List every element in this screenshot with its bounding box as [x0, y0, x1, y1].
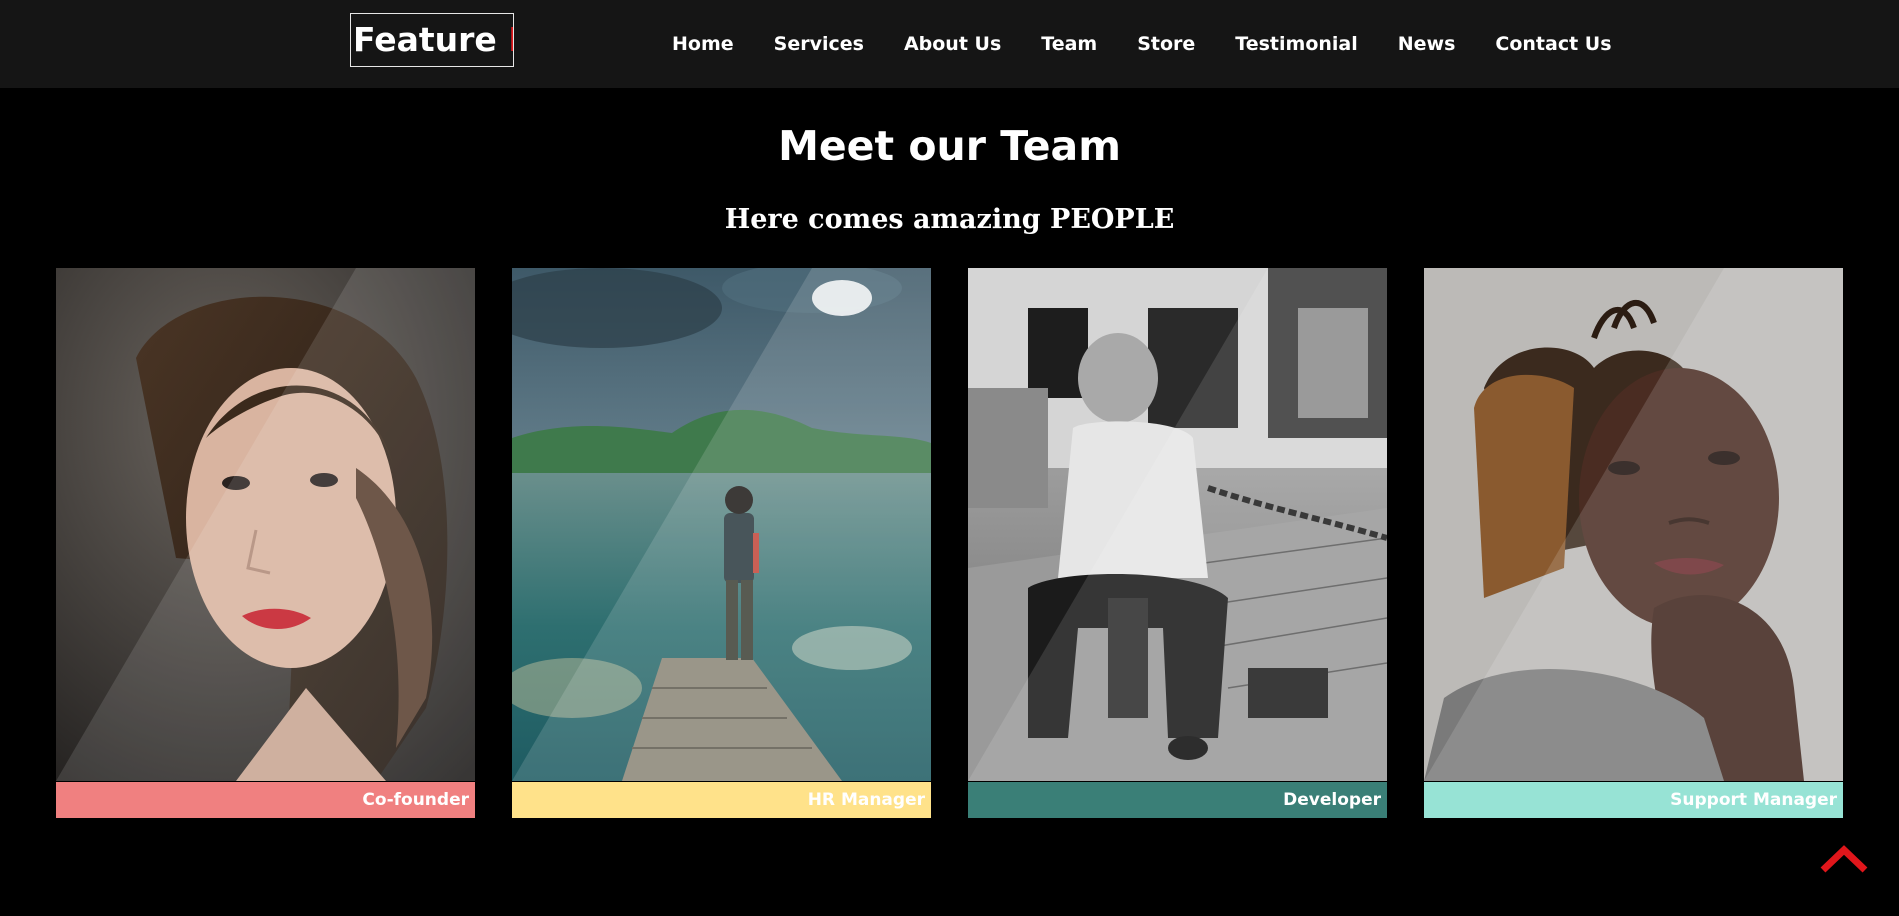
- nav-link-about-us[interactable]: About Us: [904, 33, 1001, 55]
- lake-image: [512, 268, 931, 781]
- team-photo-lake-pier: [512, 268, 931, 781]
- nav-link-team[interactable]: Team: [1041, 33, 1097, 55]
- team-role-label: HR Manager: [512, 782, 931, 818]
- portrait-image: [56, 268, 475, 781]
- chevron-up-icon: [1820, 845, 1868, 873]
- portrait-image: [1424, 268, 1843, 781]
- scroll-to-top-button[interactable]: [1819, 844, 1869, 874]
- team-role-label: Co-founder: [56, 782, 475, 818]
- nav-link-services[interactable]: Services: [774, 33, 864, 55]
- team-photo-street-man: [968, 268, 1387, 781]
- nav-link-home[interactable]: Home: [672, 33, 734, 55]
- team-card-support-manager[interactable]: Support Manager: [1424, 268, 1843, 818]
- section-subtitle: Here comes amazing PEOPLE: [724, 204, 1175, 235]
- brand-text: Feature: [353, 20, 509, 59]
- team-role-label: Support Manager: [1424, 782, 1843, 818]
- team-role-label: Developer: [968, 782, 1387, 818]
- nav-link-store[interactable]: Store: [1137, 33, 1195, 55]
- main-nav: Home Services About Us Team Store Testim…: [672, 0, 1612, 88]
- section-title: Meet our Team: [778, 122, 1121, 170]
- brand-logo[interactable]: Feature D: [350, 13, 514, 67]
- team-photo-woman-portrait: [56, 268, 475, 781]
- team-card-hr-manager[interactable]: HR Manager: [512, 268, 931, 818]
- nav-link-news[interactable]: News: [1398, 33, 1456, 55]
- team-photo-woman-thinking: [1424, 268, 1843, 781]
- navbar: Feature D Home Services About Us Team St…: [0, 0, 1899, 88]
- brand-accent: D: [508, 20, 513, 59]
- street-image: [968, 268, 1387, 781]
- nav-link-testimonial[interactable]: Testimonial: [1235, 33, 1357, 55]
- team-card-co-founder[interactable]: Co-founder: [56, 268, 475, 818]
- nav-link-contact-us[interactable]: Contact Us: [1495, 33, 1611, 55]
- team-card-developer[interactable]: Developer: [968, 268, 1387, 818]
